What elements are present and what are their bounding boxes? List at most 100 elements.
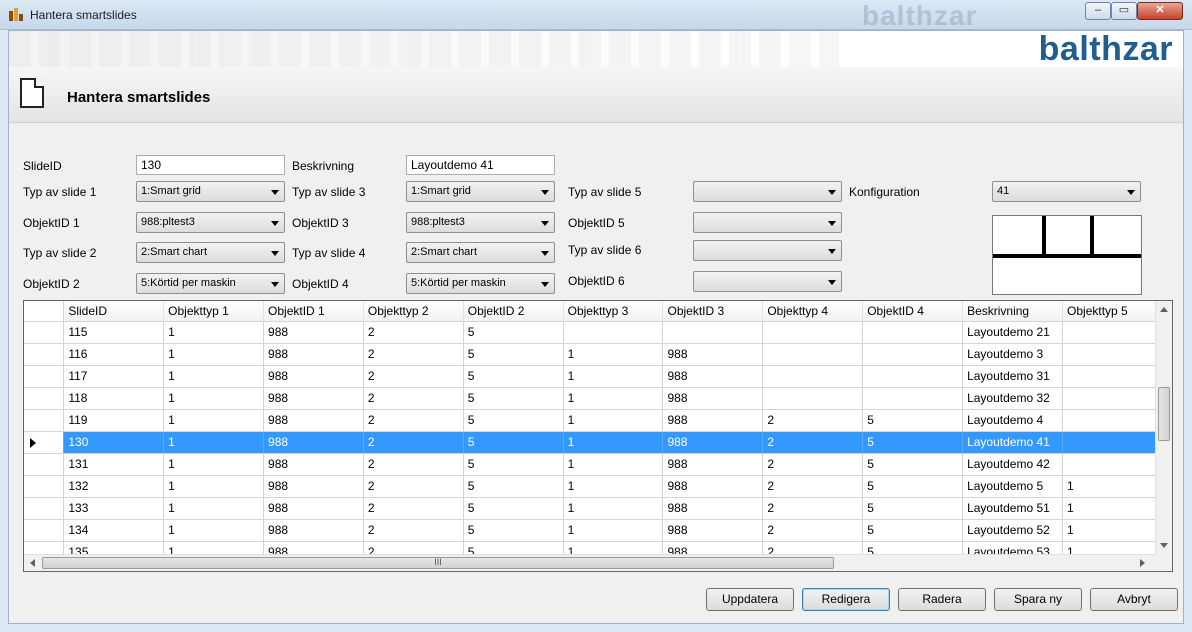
table-cell[interactable] <box>862 387 964 410</box>
table-cell[interactable]: Layoutdemo 31 <box>962 365 1064 388</box>
table-cell[interactable]: 2 <box>363 497 464 520</box>
table-cell[interactable]: 988 <box>662 475 764 498</box>
table-cell[interactable]: 5 <box>862 497 964 520</box>
table-cell[interactable]: 2 <box>762 409 864 432</box>
column-header[interactable]: Beskrivning <box>962 301 1064 322</box>
table-cell[interactable]: 1 <box>163 387 265 410</box>
table-cell[interactable]: 1 <box>563 387 664 410</box>
table-cell[interactable]: 1 <box>563 409 664 432</box>
table-cell[interactable]: 134 <box>63 519 165 542</box>
row-header[interactable] <box>24 497 65 520</box>
table-cell[interactable]: 988 <box>263 453 364 476</box>
objektid-3-select[interactable]: 988:pltest3 <box>406 212 555 233</box>
table-cell[interactable] <box>762 343 864 366</box>
table-cell[interactable]: 1 <box>563 497 664 520</box>
table-row[interactable]: 115 1 988 2 5 Layoutdemo 21 <box>24 321 1172 344</box>
table-row[interactable]: 131 1 988 2 5 1 988 2 5 Layoutdemo 42 <box>24 453 1172 476</box>
table-cell[interactable]: 5 <box>463 409 564 432</box>
table-cell[interactable]: 132 <box>63 475 165 498</box>
table-cell[interactable]: 5 <box>862 519 964 542</box>
table-cell[interactable]: 988 <box>263 519 364 542</box>
table-cell[interactable]: 988 <box>263 365 364 388</box>
row-header[interactable] <box>24 387 65 410</box>
row-header[interactable] <box>24 453 65 476</box>
typ-av-slide-6-select[interactable] <box>693 240 842 261</box>
table-cell[interactable] <box>1062 321 1163 344</box>
table-cell[interactable]: 1 <box>163 409 265 432</box>
row-header[interactable] <box>24 321 65 344</box>
scroll-right-icon[interactable] <box>1140 559 1145 567</box>
table-cell[interactable]: Layoutdemo 42 <box>962 453 1064 476</box>
scroll-left-icon[interactable] <box>30 559 35 567</box>
objektid-6-select[interactable] <box>693 271 842 292</box>
table-cell[interactable]: 988 <box>662 409 764 432</box>
table-cell[interactable]: 988 <box>263 343 364 366</box>
column-header[interactable]: ObjektID 4 <box>862 301 964 322</box>
column-header[interactable]: ObjektID 2 <box>463 301 564 322</box>
table-cell[interactable]: 116 <box>63 343 165 366</box>
table-cell[interactable]: 988 <box>662 431 764 454</box>
column-header[interactable]: ObjektID 3 <box>662 301 764 322</box>
table-cell[interactable]: 1 <box>563 453 664 476</box>
table-cell[interactable]: 5 <box>463 387 564 410</box>
minimize-button[interactable]: ‒ <box>1085 2 1111 20</box>
table-cell[interactable]: 1 <box>163 519 265 542</box>
maximize-button[interactable]: ▭ <box>1111 2 1137 20</box>
uppdatera-button[interactable]: Uppdatera <box>706 588 794 611</box>
table-cell[interactable]: 119 <box>63 409 165 432</box>
table-cell[interactable] <box>762 365 864 388</box>
table-cell[interactable]: 1 <box>163 453 265 476</box>
table-row[interactable]: 133 1 988 2 5 1 988 2 5 Layoutdemo 51 1 <box>24 497 1172 520</box>
scroll-down-icon[interactable] <box>1160 543 1168 548</box>
table-cell[interactable]: 5 <box>463 453 564 476</box>
table-cell[interactable]: 2 <box>762 519 864 542</box>
table-cell[interactable]: 988 <box>263 409 364 432</box>
slideid-field[interactable]: 130 <box>136 155 285 175</box>
scroll-up-icon[interactable] <box>1160 307 1168 312</box>
table-cell[interactable]: 988 <box>662 519 764 542</box>
table-cell[interactable]: 1 <box>563 475 664 498</box>
table-cell[interactable]: 2 <box>363 519 464 542</box>
typ-av-slide-2-select[interactable]: 2:Smart chart <box>136 242 285 263</box>
table-cell[interactable]: 5 <box>463 321 564 344</box>
table-row[interactable]: 117 1 988 2 5 1 988 Layoutdemo 31 <box>24 365 1172 388</box>
table-cell[interactable]: Layoutdemo 41 <box>962 431 1064 454</box>
table-cell[interactable]: 988 <box>263 497 364 520</box>
table-cell[interactable]: Layoutdemo 32 <box>962 387 1064 410</box>
typ-av-slide-1-select[interactable]: 1:Smart grid <box>136 181 285 202</box>
vertical-scrollbar[interactable] <box>1155 301 1172 554</box>
table-row[interactable]: 116 1 988 2 5 1 988 Layoutdemo 3 <box>24 343 1172 366</box>
table-cell[interactable] <box>1062 453 1163 476</box>
objektid-4-select[interactable]: 5:Körtid per maskin <box>406 273 555 294</box>
table-cell[interactable]: 5 <box>463 431 564 454</box>
table-cell[interactable] <box>1062 365 1163 388</box>
table-cell[interactable] <box>662 321 764 344</box>
row-header[interactable] <box>24 343 65 366</box>
table-cell[interactable]: 118 <box>63 387 165 410</box>
table-cell[interactable]: 988 <box>662 365 764 388</box>
table-row[interactable]: 132 1 988 2 5 1 988 2 5 Layoutdemo 51 <box>24 475 1172 498</box>
table-cell[interactable]: 5 <box>862 431 964 454</box>
objektid-2-select[interactable]: 5:Körtid per maskin <box>136 273 285 294</box>
horizontal-scrollbar[interactable]: III <box>24 554 1172 571</box>
table-cell[interactable] <box>563 321 664 344</box>
table-cell[interactable]: 1 <box>563 519 664 542</box>
table-cell[interactable] <box>1062 409 1163 432</box>
table-cell[interactable]: 1 <box>163 431 265 454</box>
column-header[interactable]: Objekttyp 1 <box>163 301 265 322</box>
table-cell[interactable]: 130 <box>63 431 165 454</box>
vertical-scroll-thumb[interactable] <box>1158 387 1170 441</box>
table-cell[interactable] <box>862 321 964 344</box>
horizontal-scroll-thumb[interactable]: III <box>42 557 834 569</box>
table-cell[interactable] <box>1062 343 1163 366</box>
table-cell[interactable]: Layoutdemo 5 <box>962 475 1064 498</box>
table-cell[interactable]: 2 <box>762 497 864 520</box>
table-cell[interactable]: 2 <box>363 475 464 498</box>
table-cell[interactable]: 5 <box>862 409 964 432</box>
table-cell[interactable]: 2 <box>762 431 864 454</box>
konfiguration-select[interactable]: 41 <box>992 181 1141 202</box>
radera-button[interactable]: Radera <box>898 588 986 611</box>
table-cell[interactable] <box>762 387 864 410</box>
table-cell[interactable]: 2 <box>363 365 464 388</box>
table-cell[interactable]: 988 <box>263 387 364 410</box>
